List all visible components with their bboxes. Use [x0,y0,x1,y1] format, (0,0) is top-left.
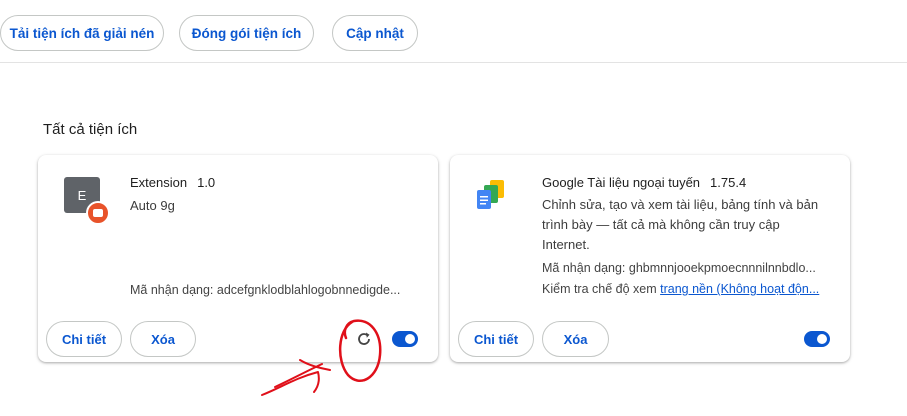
remove-button[interactable]: Xóa [542,321,609,357]
extension-id: Mã nhận dạng: adcefgnklodblahlogobnnedig… [130,283,401,297]
extension-version: 1.75.4 [710,175,747,190]
extension-icon-letter: E [77,187,87,203]
google-docs-offline-icon [477,180,504,209]
enable-toggle[interactable] [804,331,830,347]
remove-button[interactable]: Xóa [130,321,196,357]
extension-card: Google Tài liệu ngoại tuyến 1.75.4 Chỉnh … [450,155,850,362]
update-button[interactable]: Cập nhật [332,15,418,51]
extension-card: E Extension 1.0 Auto 9g Mã nhận dạng: adc… [38,155,438,362]
extension-version: 1.0 [197,175,216,190]
annotation-arrow [261,359,331,396]
load-unpacked-button[interactable]: Tải tiện ích đã giải nén [0,15,164,51]
extension-name-row: Extension 1.0 [130,175,215,190]
enable-toggle[interactable] [392,331,418,347]
details-button[interactable]: Chi tiết [46,321,122,357]
extension-name: Google Tài liệu ngoại tuyến [542,175,701,190]
reload-icon[interactable] [354,329,374,349]
pack-extension-button[interactable]: Đóng gói tiện ích [179,15,314,51]
extension-id: Mã nhận dạng: ghbmnnjooekpmoecnnnilnnbdl… [542,261,816,275]
extension-name-row: Google Tài liệu ngoại tuyến 1.75.4 [542,175,746,190]
details-button[interactable]: Chi tiết [458,321,534,357]
extension-name: Extension [130,175,188,190]
unpacked-badge-icon [86,201,110,225]
extension-description: Auto 9g [130,198,175,213]
section-title: Tất cả tiện ích [43,121,138,138]
extension-description: Chỉnh sửa, tạo và xem tài liệu, bảng tín… [542,197,819,252]
background-page-link[interactable]: trang nền (Không hoạt độn... [660,282,819,296]
inspect-views-label: Kiểm tra chế độ xem [542,282,661,296]
extensions-toolbar: Tải tiện ích đã giải nén Đóng gói tiện í… [0,0,907,63]
inspect-views: Kiểm tra chế độ xem trang nền (Không hoạ… [542,282,832,296]
